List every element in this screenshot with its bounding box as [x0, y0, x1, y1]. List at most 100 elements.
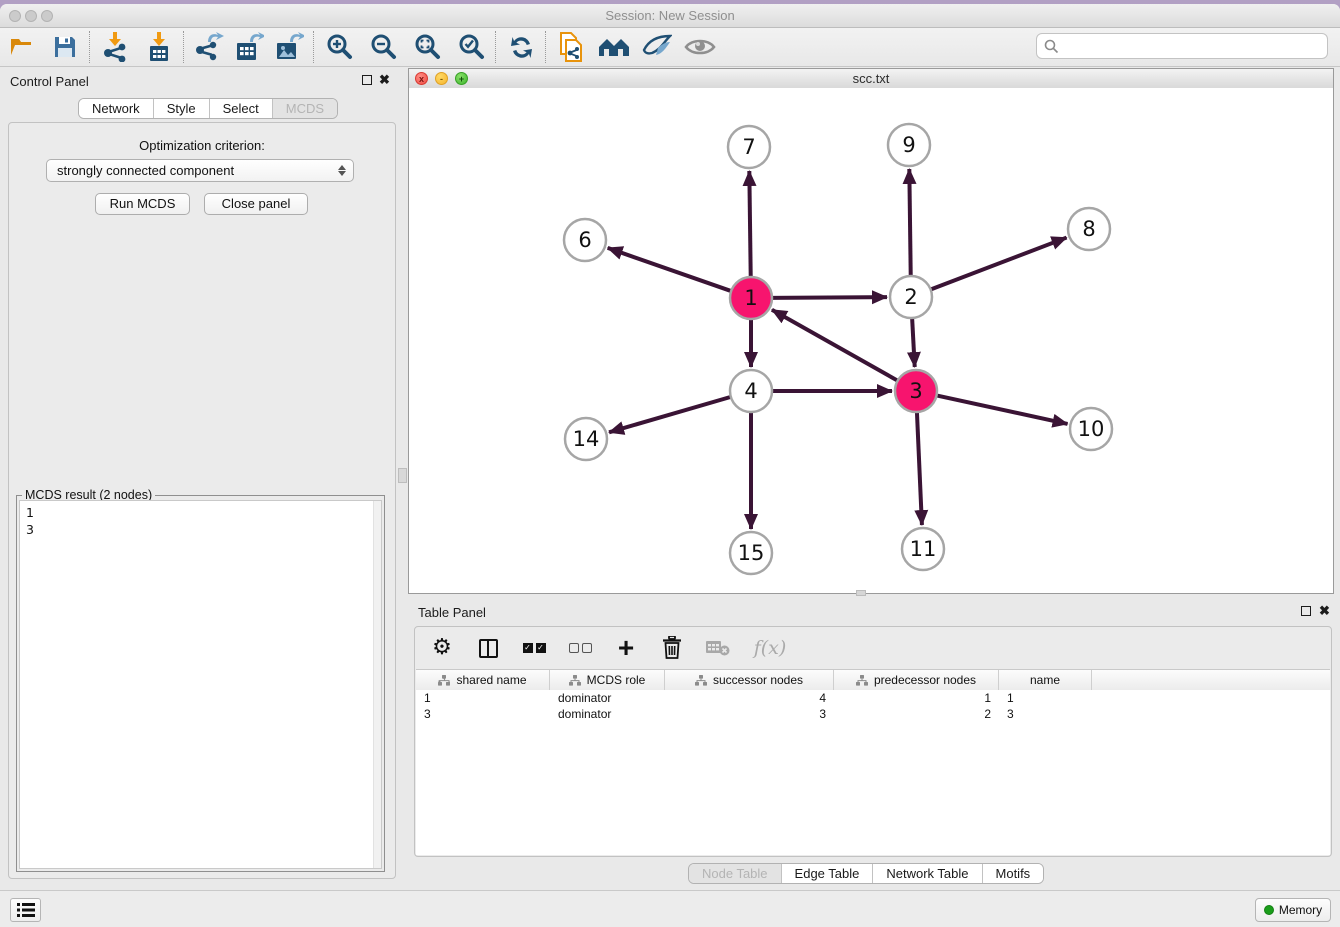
window-title: Session: New Session — [0, 8, 1340, 23]
search-field[interactable] — [1036, 33, 1328, 59]
list-icon — [17, 903, 35, 917]
attribute-type-icon — [856, 675, 868, 686]
tab-edge-table[interactable]: Edge Table — [782, 864, 874, 883]
memory-button[interactable]: Memory — [1255, 898, 1331, 922]
export-network-icon[interactable] — [192, 31, 226, 63]
graph-node-label: 9 — [902, 133, 915, 157]
float-table-panel-icon[interactable] — [1301, 606, 1311, 616]
tab-motifs[interactable]: Motifs — [983, 864, 1044, 883]
task-history-button[interactable] — [10, 898, 41, 922]
control-panel-title: Control Panel — [10, 74, 89, 89]
network-view-titlebar[interactable]: x - + scc.txt — [409, 69, 1333, 89]
float-panel-icon[interactable] — [362, 75, 372, 85]
settings-gear-icon[interactable]: ⚙ — [429, 635, 455, 661]
open-session-icon[interactable] — [6, 31, 40, 63]
column-header-mcds-role[interactable]: MCDS role — [550, 670, 665, 690]
column-header-name[interactable]: name — [999, 670, 1092, 690]
network-canvas[interactable]: 1234678910111415 — [409, 88, 1333, 593]
mcds-result-text: 1 3 — [20, 501, 381, 541]
import-table-icon[interactable] — [142, 31, 176, 63]
clone-network-icon[interactable] — [554, 31, 588, 63]
attribute-type-icon — [569, 675, 581, 686]
graph-node-label: 2 — [904, 285, 917, 309]
export-table-icon[interactable] — [232, 31, 266, 63]
select-arrows-icon — [338, 165, 346, 176]
network-overview-icon[interactable] — [597, 31, 631, 63]
graph-edge-2-3[interactable] — [912, 318, 915, 367]
graph-edge-2-9[interactable] — [909, 169, 910, 276]
show-details-eye-icon[interactable] — [683, 31, 717, 63]
tab-mcds[interactable]: MCDS — [273, 99, 337, 118]
import-network-icon[interactable] — [98, 31, 132, 63]
optimization-criterion-select[interactable]: strongly connected component — [46, 159, 354, 182]
attribute-type-icon — [438, 675, 450, 686]
graph-edge-4-14[interactable] — [609, 397, 731, 432]
zoom-in-icon[interactable] — [322, 31, 356, 63]
close-panel-button[interactable]: Close panel — [204, 193, 308, 215]
add-column-icon[interactable]: + — [613, 635, 639, 661]
function-builder-icon: f(x) — [751, 635, 789, 661]
graph-edge-1-2[interactable] — [772, 297, 887, 298]
graph-node-label: 15 — [738, 541, 765, 565]
graph-edge-1-6[interactable] — [608, 248, 732, 291]
panel-splitter-grip[interactable] — [398, 468, 407, 483]
graph-node-label: 4 — [744, 379, 757, 403]
export-image-icon[interactable] — [272, 31, 306, 63]
tab-select[interactable]: Select — [210, 99, 273, 118]
graph-edge-2-8[interactable] — [931, 238, 1067, 290]
column-header-shared-name[interactable]: shared name — [416, 670, 550, 690]
close-panel-icon[interactable]: ✖ — [379, 75, 390, 85]
column-header-predecessor-nodes[interactable]: predecessor nodes — [834, 670, 999, 690]
graph-node-label: 7 — [742, 135, 755, 159]
table-type-tabs: Node Table Edge Table Network Table Moti… — [688, 863, 1044, 884]
title-bar: Session: New Session — [0, 4, 1340, 28]
tab-node-table[interactable]: Node Table — [689, 864, 782, 883]
table-header-row: shared name MCDS role successor nodes pr… — [416, 669, 1330, 691]
delete-table-disabled-icon — [705, 635, 731, 661]
network-graph[interactable]: 1234678910111415 — [409, 88, 1333, 593]
column-view-icon[interactable] — [475, 635, 501, 661]
zoom-out-icon[interactable] — [366, 31, 400, 63]
table-row[interactable]: 3 dominator 3 2 3 — [416, 706, 1330, 722]
tab-network[interactable]: Network — [79, 99, 154, 118]
table-toolbar: ⚙ ✓✓ + f(x) — [415, 627, 1331, 669]
main-toolbar — [0, 28, 1340, 67]
delete-trash-icon[interactable] — [659, 635, 685, 661]
close-table-panel-icon[interactable]: ✖ — [1319, 606, 1330, 616]
status-bar: Memory — [0, 890, 1340, 927]
optimization-criterion-label: Optimization criterion: — [9, 138, 395, 153]
graph-node-label: 8 — [1082, 217, 1095, 241]
graph-node-label: 11 — [910, 537, 937, 561]
mcds-result-groupbox: MCDS result (2 nodes) 1 3 — [16, 495, 385, 872]
style-brush-icon[interactable] — [640, 31, 674, 63]
run-mcds-button[interactable]: Run MCDS — [95, 193, 190, 215]
graph-edge-3-11[interactable] — [917, 412, 922, 525]
optimization-criterion-value: strongly connected component — [57, 163, 338, 178]
mcds-panel: Optimization criterion: strongly connect… — [8, 122, 396, 879]
table-row[interactable]: 1 dominator 4 1 1 — [416, 690, 1330, 706]
apply-layout-icon[interactable] — [504, 31, 538, 63]
graph-node-label: 1 — [744, 286, 757, 310]
memory-status-icon — [1264, 905, 1274, 915]
table-panel: Table Panel ✖ ⚙ ✓✓ + f(x) — [408, 599, 1337, 892]
graph-edge-3-1[interactable] — [772, 310, 898, 381]
graph-edge-3-10[interactable] — [937, 395, 1068, 423]
tab-style[interactable]: Style — [154, 99, 210, 118]
graph-node-label: 10 — [1078, 417, 1105, 441]
result-scrollbar[interactable] — [373, 501, 381, 868]
mcds-result-area[interactable]: 1 3 — [19, 500, 382, 869]
network-resize-grip[interactable] — [856, 590, 866, 596]
select-all-icon[interactable]: ✓✓ — [521, 635, 547, 661]
deselect-all-icon[interactable] — [567, 635, 593, 661]
attribute-type-icon — [695, 675, 707, 686]
zoom-selected-icon[interactable] — [454, 31, 488, 63]
search-input[interactable] — [1063, 38, 1327, 55]
table-rows: 1 dominator 4 1 1 3 dominator 3 2 3 — [416, 690, 1330, 855]
tab-network-table[interactable]: Network Table — [873, 864, 982, 883]
zoom-fit-icon[interactable] — [410, 31, 444, 63]
control-panel: Control Panel ✖ Network Style Select MCD… — [3, 66, 403, 890]
graph-node-label: 6 — [578, 228, 591, 252]
graph-edge-1-7[interactable] — [749, 171, 750, 277]
column-header-successor-nodes[interactable]: successor nodes — [665, 670, 834, 690]
save-session-icon[interactable] — [48, 31, 82, 63]
